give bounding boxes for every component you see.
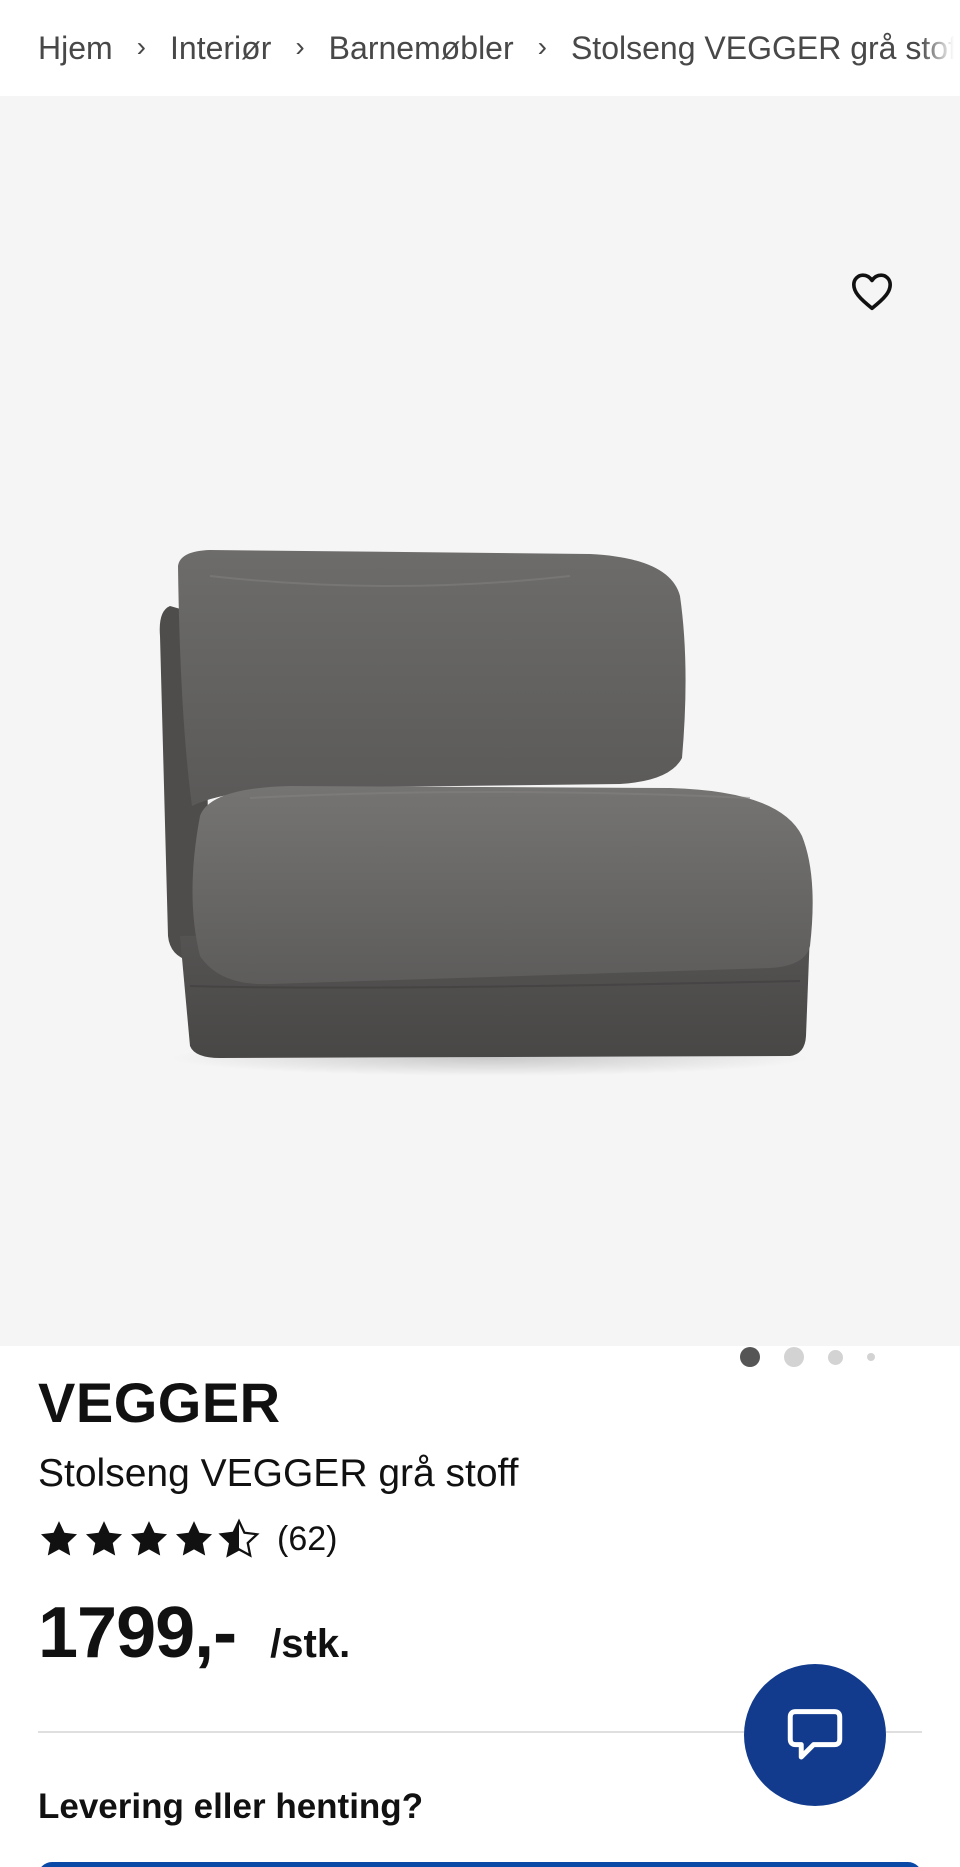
- chevron-right-icon: ›: [537, 31, 547, 62]
- rating-stars: [38, 1518, 263, 1560]
- breadcrumb-item-children-furniture[interactable]: Barnemøbler: [329, 30, 514, 67]
- star-filled-icon: [85, 1521, 123, 1556]
- breadcrumb-item-interior[interactable]: Interiør: [170, 30, 271, 67]
- product-price: 1799,-: [38, 1593, 237, 1673]
- chevron-right-icon: ›: [136, 31, 146, 62]
- star-half-icon: [218, 1518, 260, 1558]
- gallery-dot-2[interactable]: [784, 1347, 804, 1367]
- breadcrumb-item-home[interactable]: Hjem: [38, 30, 113, 67]
- review-count[interactable]: (62): [277, 1520, 337, 1559]
- gallery-dot-3[interactable]: [828, 1349, 843, 1365]
- product-brand: VEGGER: [38, 1371, 281, 1434]
- product-rating[interactable]: (62): [38, 1516, 337, 1562]
- gallery-pagination: [740, 1344, 900, 1370]
- product-gallery[interactable]: [0, 96, 960, 1367]
- star-filled-icon: [40, 1521, 78, 1556]
- heart-outline-icon: [851, 273, 892, 311]
- breadcrumb: Hjem › Interiør › Barnemøbler › Stolseng…: [0, 0, 960, 96]
- chat-button[interactable]: [744, 1664, 886, 1806]
- price-row: 1799,- /stk.: [38, 1592, 350, 1674]
- chat-bubble-icon: [787, 1709, 843, 1760]
- delivery-heading: Levering eller henting?: [38, 1787, 424, 1826]
- chevron-right-icon: ›: [295, 31, 305, 62]
- product-subtitle: Stolseng VEGGER grå stoff: [38, 1452, 519, 1495]
- primary-action-button[interactable]: [38, 1862, 922, 1867]
- product-page: Hjem › Interiør › Barnemøbler › Stolseng…: [0, 0, 960, 1867]
- gallery-dot-1[interactable]: [740, 1347, 760, 1367]
- product-image[interactable]: [150, 536, 830, 1076]
- price-unit: /stk.: [270, 1622, 351, 1666]
- gallery-dot-4[interactable]: [867, 1353, 875, 1361]
- star-filled-icon: [130, 1521, 168, 1556]
- breadcrumb-item-current: Stolseng VEGGER grå stoff: [570, 29, 960, 66]
- favorite-button[interactable]: [845, 264, 899, 318]
- star-filled-icon: [175, 1521, 213, 1556]
- breadcrumb-fade: [920, 0, 960, 96]
